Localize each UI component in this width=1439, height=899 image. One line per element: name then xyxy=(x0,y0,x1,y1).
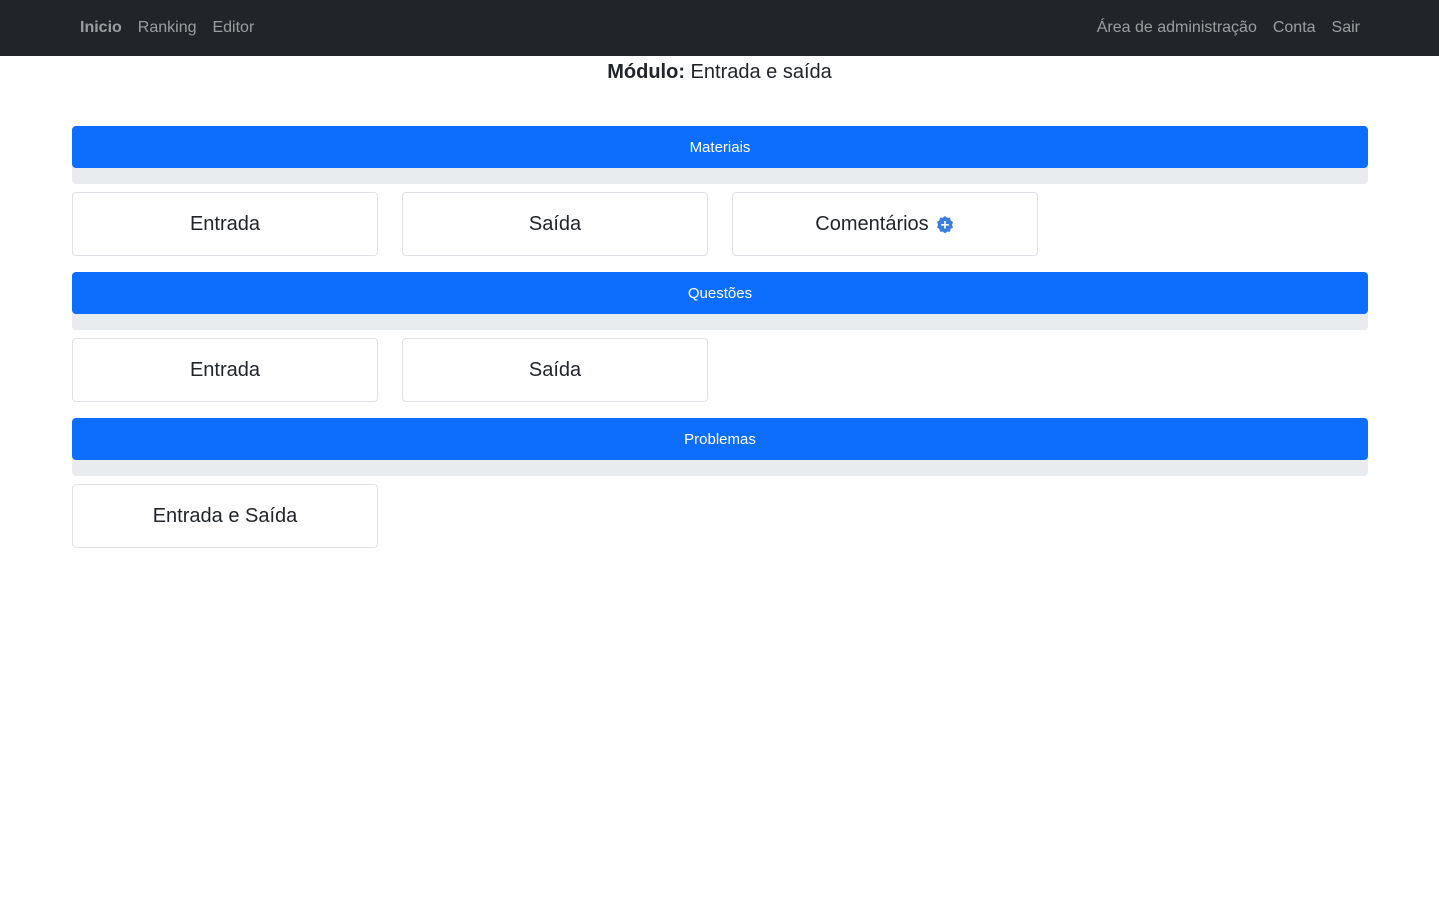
navbar-right: Área de administração Conta Sair xyxy=(1081,0,1360,56)
module-label: Módulo: xyxy=(607,61,685,83)
nav-link-sair[interactable]: Sair xyxy=(1332,19,1360,37)
nav-link-admin[interactable]: Área de administração xyxy=(1097,19,1257,37)
card-saida[interactable]: Saída xyxy=(402,338,708,402)
nav-link-ranking[interactable]: Ranking xyxy=(138,19,197,37)
card-label: Comentários xyxy=(815,212,929,235)
section-cards: Entrada Saída xyxy=(72,338,1368,402)
section-header-problemas[interactable]: Problemas xyxy=(72,418,1368,460)
module-name: Entrada e saída xyxy=(690,61,832,83)
section-materiais: Materiais Entrada Saída Comentários xyxy=(72,126,1368,256)
navbar-left: Inicio Ranking Editor xyxy=(80,0,270,56)
section-cards: Entrada e Saída xyxy=(72,484,1368,548)
nav-link-conta[interactable]: Conta xyxy=(1273,19,1316,37)
card-label: Saída xyxy=(528,358,582,381)
card-label: Entrada xyxy=(189,358,261,381)
section-cards: Entrada Saída Comentários xyxy=(72,192,1368,256)
card-entrada[interactable]: Entrada xyxy=(72,338,378,402)
section-header-questoes[interactable]: Questões xyxy=(72,272,1368,314)
card-label: Saída xyxy=(528,212,582,235)
card-label: Entrada e Saída xyxy=(152,504,298,527)
card-entrada[interactable]: Entrada xyxy=(72,192,378,256)
card-comentarios[interactable]: Comentários xyxy=(732,192,1038,256)
plus-badge-icon xyxy=(935,215,955,235)
top-navbar: Inicio Ranking Editor Área de administra… xyxy=(0,0,1439,56)
section-problemas: Problemas Entrada e Saída xyxy=(72,418,1368,548)
section-questoes: Questões Entrada Saída xyxy=(72,272,1368,402)
nav-link-inicio[interactable]: Inicio xyxy=(80,19,122,37)
card-entrada-e-saida[interactable]: Entrada e Saída xyxy=(72,484,378,548)
page-title: Módulo: Entrada e saída xyxy=(0,60,1439,84)
nav-link-editor[interactable]: Editor xyxy=(212,19,254,37)
card-saida[interactable]: Saída xyxy=(402,192,708,256)
section-header-materiais[interactable]: Materiais xyxy=(72,126,1368,168)
card-label: Entrada xyxy=(189,212,261,235)
